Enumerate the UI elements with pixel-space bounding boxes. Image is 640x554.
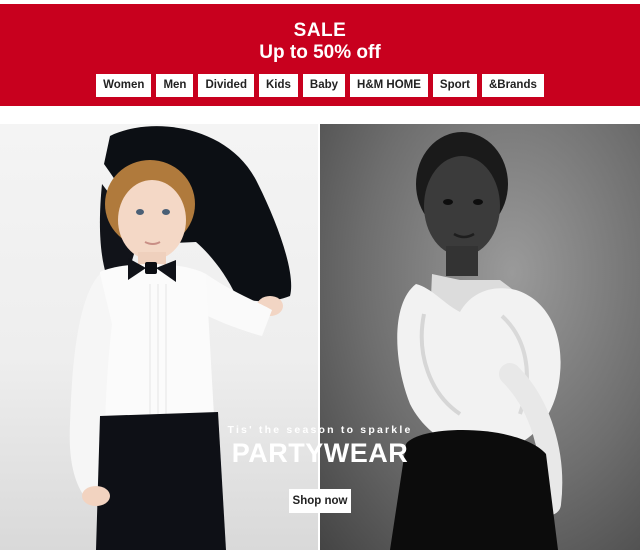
category-men-button[interactable]: Men [156,74,194,97]
hero-image-left[interactable] [0,124,318,550]
category-divided-button[interactable]: Divided [198,74,254,97]
shop-now-button[interactable]: Shop now [289,489,351,513]
sale-title: SALE [293,20,347,41]
partywear-hero[interactable]: Tis' the season to sparkle PARTYWEAR Sho… [0,124,640,550]
girl-photo-illustration [390,132,563,550]
category-baby-button[interactable]: Baby [302,74,346,97]
category-links: Women Men Divided Kids Baby H&M HOME Spo… [0,74,640,97]
category-sport-button[interactable]: Sport [432,74,477,97]
category-women-button[interactable]: Women [96,74,152,97]
boy-photo-illustration [69,126,292,550]
category-kids-button[interactable]: Kids [258,74,298,97]
hero-image-right[interactable] [320,124,640,550]
category-home-button[interactable]: H&M HOME [350,74,428,97]
sale-banner[interactable]: SALE Up to 50% off Women Men Divided Kid… [0,4,640,106]
category-brands-button[interactable]: &Brands [481,74,544,97]
sale-subtitle: Up to 50% off [259,42,381,63]
